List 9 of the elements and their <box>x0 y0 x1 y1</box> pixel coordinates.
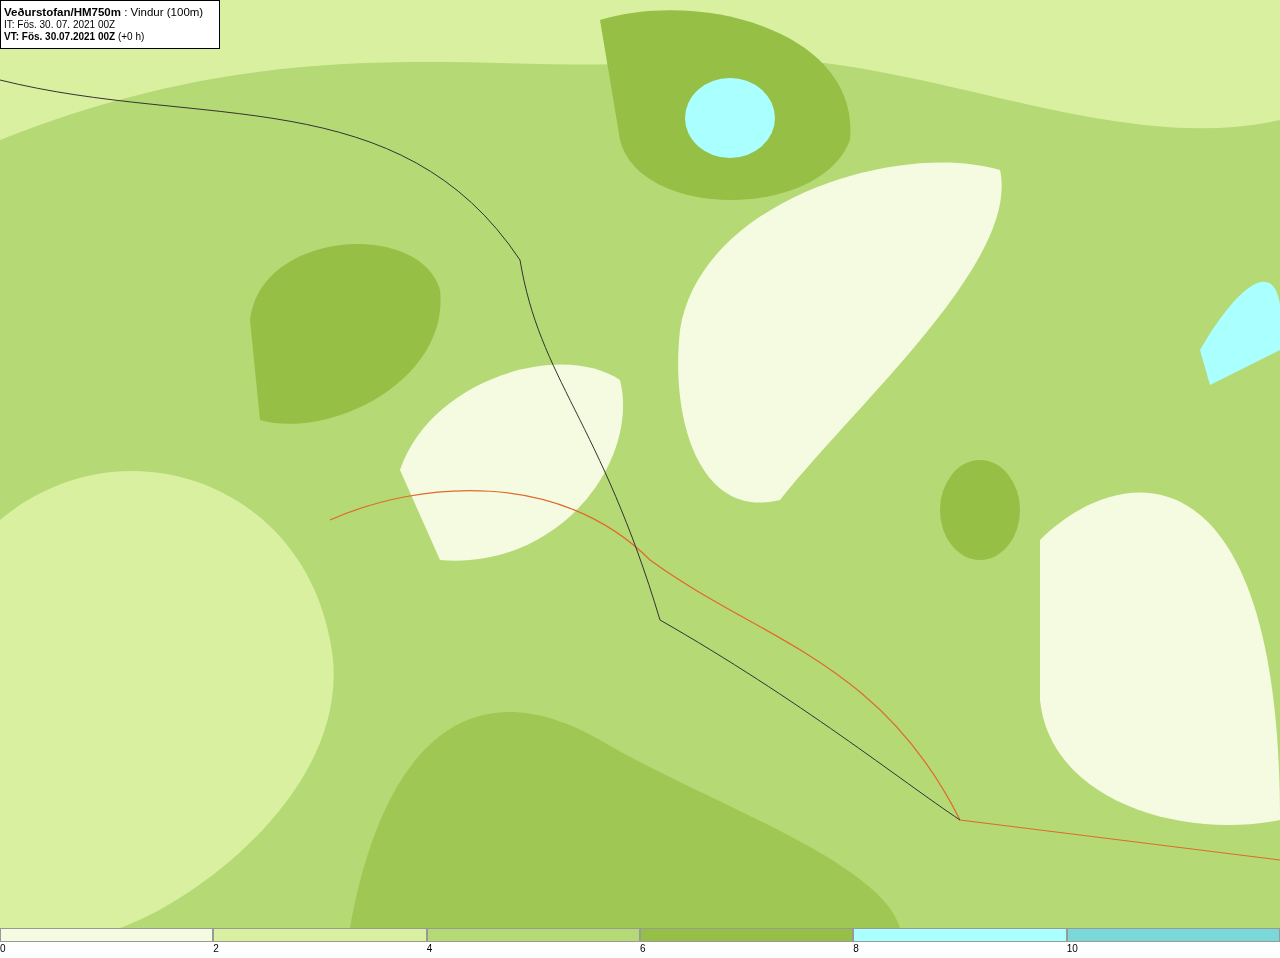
info-text: IT: Fös. 30. 07. 2021 00Z <box>4 19 117 31</box>
legend-label: 10 <box>1066 942 1078 956</box>
legend-label: 8 <box>853 942 859 956</box>
legend-label: 4 <box>426 942 433 956</box>
legend-label: 2 <box>213 942 219 956</box>
info-text: VT: Fös. 30.07.2021 00Z (+0 h) <box>4 31 146 43</box>
legend-label: 6 <box>640 942 646 956</box>
info-text: Veðurstofan/HM750m : Vindur (100m) <box>4 6 205 19</box>
legend-label: 0 <box>0 942 6 956</box>
